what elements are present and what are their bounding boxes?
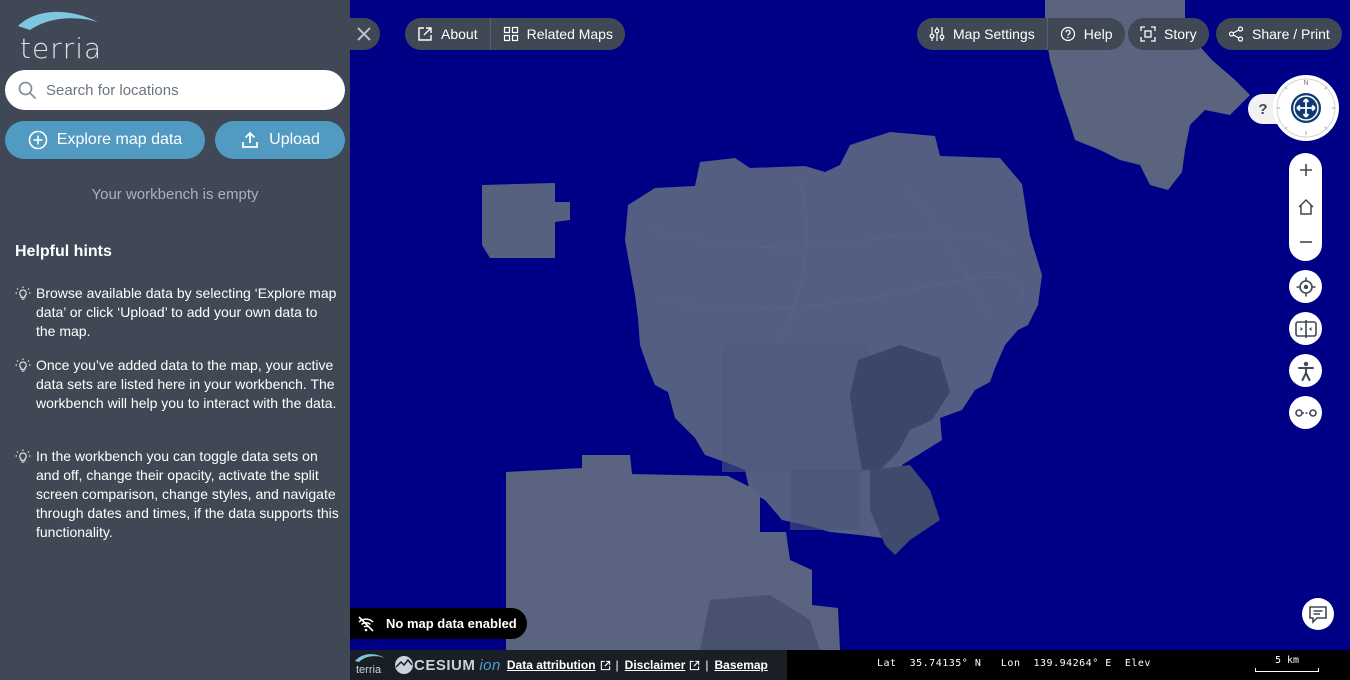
- share-print-button[interactable]: Share / Print: [1216, 18, 1342, 50]
- zoom-in-button[interactable]: [1289, 153, 1322, 186]
- plus-circle-icon: [28, 130, 48, 150]
- hint-item: In the workbench you can toggle data set…: [15, 447, 340, 542]
- locate-icon: [1296, 277, 1315, 296]
- story-button[interactable]: Story: [1128, 18, 1209, 50]
- upload-button-label: Upload: [269, 131, 320, 148]
- lon-value: 139.94264° E: [1033, 658, 1112, 669]
- accessibility-icon: [1297, 361, 1314, 381]
- workbench-sidebar: terria Explore map data Upload Your work…: [0, 0, 350, 680]
- helpful-hints-heading: Helpful hints: [15, 243, 112, 260]
- share-print-label: Share / Print: [1252, 26, 1330, 42]
- separator: |: [615, 658, 619, 672]
- no-data-icon: [358, 615, 374, 632]
- workbench-empty-message: Your workbench is empty: [91, 186, 259, 203]
- zoom-control: [1289, 153, 1322, 261]
- no-map-data-banner: No map data enabled: [350, 608, 527, 639]
- feedback-icon: [1309, 606, 1327, 624]
- terria-mini-logo[interactable]: terria: [354, 652, 386, 678]
- disclaimer-link[interactable]: Disclaimer: [625, 658, 686, 672]
- map-settings-label: Map Settings: [953, 26, 1035, 42]
- upload-button[interactable]: Upload: [215, 121, 345, 159]
- credits-strip: terria CESIUM ion Data attribution | Dis…: [350, 650, 787, 680]
- lightbulb-icon: [15, 358, 31, 372]
- separator: |: [705, 658, 709, 672]
- scale-bar: [1255, 668, 1319, 672]
- home-icon: [1297, 198, 1314, 215]
- lon-label: Lon: [1000, 658, 1021, 669]
- explore-map-data-button[interactable]: Explore map data: [5, 121, 205, 159]
- map-viewport[interactable]: [350, 0, 1350, 680]
- accessibility-button[interactable]: [1289, 354, 1322, 387]
- external-link-icon: [418, 27, 432, 41]
- help-label: Help: [1083, 26, 1113, 42]
- related-maps-label: Related Maps: [526, 26, 613, 42]
- basemap-link[interactable]: Basemap: [715, 658, 768, 672]
- logo-wordmark: terria: [20, 32, 103, 65]
- cesium-ion-wordmark: ion: [479, 656, 501, 674]
- close-panel-button[interactable]: [347, 18, 380, 50]
- hint-text: Browse available data by selecting ‘Expl…: [36, 285, 337, 339]
- zoom-out-button[interactable]: [1289, 225, 1322, 258]
- explore-button-label: Explore map data: [56, 131, 183, 148]
- location-search-box[interactable]: [5, 70, 345, 110]
- satellite-imagery: [482, 0, 1250, 650]
- external-link-icon: [600, 660, 610, 670]
- split-screen-icon: [1294, 319, 1317, 338]
- help-button[interactable]: Help: [1046, 18, 1125, 50]
- minus-icon: [1299, 240, 1312, 243]
- share-icon: [1228, 26, 1244, 42]
- external-link-icon: [690, 660, 700, 670]
- question-circle-icon: [1060, 26, 1075, 42]
- measure-tool-button[interactable]: [1289, 396, 1322, 429]
- grid-icon: [503, 26, 518, 42]
- settings-help-group: Map Settings Help: [917, 18, 1125, 50]
- upload-icon: [242, 131, 259, 148]
- search-icon: [18, 81, 36, 99]
- close-icon: [356, 27, 371, 41]
- about-related-group: About Related Maps: [405, 18, 625, 50]
- feedback-button[interactable]: [1302, 598, 1334, 630]
- my-location-button[interactable]: [1289, 270, 1322, 303]
- measure-icon: [1294, 408, 1317, 417]
- lightbulb-icon: [15, 286, 31, 300]
- cesium-wordmark: CESIUM: [414, 656, 476, 674]
- hint-text: In the workbench you can toggle data set…: [36, 448, 339, 540]
- compass-icon: N: [1276, 78, 1336, 138]
- search-input[interactable]: [46, 81, 326, 99]
- about-label: About: [441, 26, 478, 42]
- zoom-reset-button[interactable]: [1289, 190, 1322, 223]
- about-button[interactable]: About: [405, 18, 490, 50]
- compass-north-label: N: [1303, 80, 1308, 87]
- coordinates-readout: Lat 35.74135° N Lon 139.94264° E Elev: [877, 658, 1151, 669]
- hint-item: Browse available data by selecting ‘Expl…: [15, 284, 340, 341]
- terria-logo[interactable]: terria: [16, 8, 103, 65]
- compass-control[interactable]: N: [1273, 75, 1339, 141]
- lat-value: 35.74135° N: [909, 658, 982, 669]
- elev-label: Elev: [1124, 658, 1151, 669]
- terria-mini-wordmark: terria: [356, 664, 382, 676]
- no-map-data-text: No map data enabled: [386, 616, 517, 631]
- plus-icon: [1299, 163, 1312, 176]
- cesium-globe-icon: [395, 656, 413, 674]
- map-settings-button[interactable]: Map Settings: [917, 18, 1047, 50]
- distance-scale: 5 km: [1255, 655, 1319, 672]
- scale-label: 5 km: [1274, 655, 1300, 666]
- terria-wave-icon: [355, 654, 385, 662]
- hint-text: Once you’ve added data to the map, your …: [36, 357, 337, 411]
- story-icon: [1140, 26, 1156, 42]
- lat-label: Lat: [877, 658, 897, 669]
- lightbulb-icon: [15, 449, 31, 463]
- related-maps-button[interactable]: Related Maps: [489, 18, 625, 50]
- data-attribution-link[interactable]: Data attribution: [507, 658, 596, 672]
- hint-item: Once you’ve added data to the map, your …: [15, 356, 340, 413]
- cesium-ion-logo[interactable]: CESIUM ion: [394, 655, 501, 675]
- bottom-bar: terria CESIUM ion Data attribution | Dis…: [350, 650, 1350, 680]
- story-label: Story: [1164, 26, 1197, 42]
- sliders-icon: [929, 27, 945, 41]
- split-screen-button[interactable]: [1289, 312, 1322, 345]
